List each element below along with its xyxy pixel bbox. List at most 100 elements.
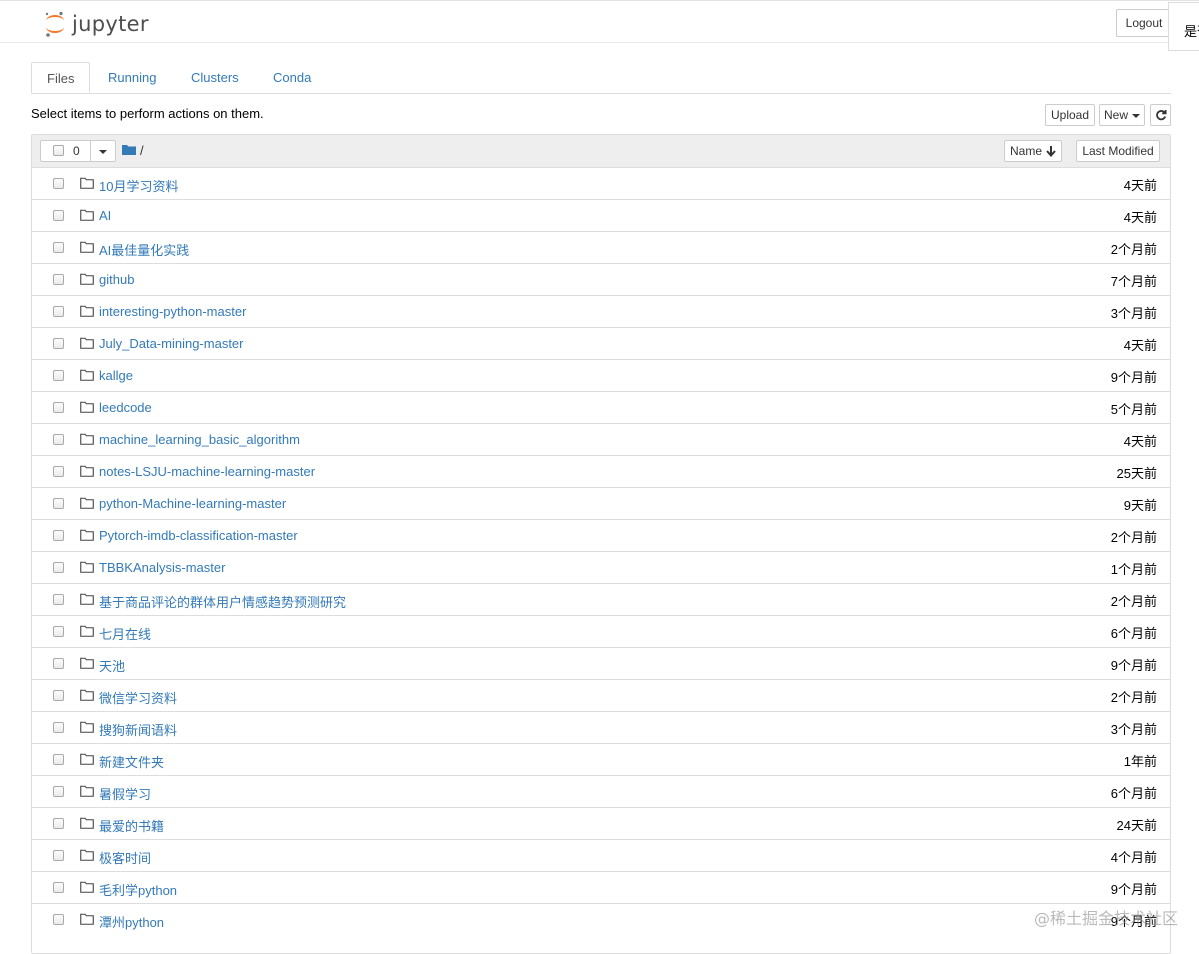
item-name-link[interactable]: AI [99, 208, 111, 223]
item-checkbox[interactable] [53, 498, 64, 509]
item-checkbox[interactable] [53, 242, 64, 253]
item-checkbox[interactable] [53, 306, 64, 317]
list-item[interactable]: 最爱的书籍 24天前 [32, 807, 1170, 839]
item-name-link[interactable]: 天池 [99, 656, 125, 675]
item-name-link[interactable]: 微信学习资料 [99, 688, 177, 707]
item-modified: 9个月前 [1110, 658, 1157, 673]
item-name-link[interactable]: 极客时间 [99, 848, 151, 867]
tab-conda[interactable]: Conda [258, 62, 326, 93]
list-item[interactable]: 暑假学习 6个月前 [32, 775, 1170, 807]
folder-icon [80, 881, 94, 893]
item-checkbox[interactable] [53, 914, 64, 925]
jupyter-logo[interactable]: jupyter [44, 9, 149, 39]
item-name-link[interactable]: 潭州python [99, 912, 164, 931]
item-name-link[interactable]: AI最佳量化实践 [99, 240, 189, 259]
item-checkbox[interactable] [53, 882, 64, 893]
list-item[interactable]: AI最佳量化实践 2个月前 [32, 231, 1170, 263]
item-name-link[interactable]: interesting-python-master [99, 304, 246, 319]
select-all-control[interactable]: 0 [40, 140, 116, 162]
list-item[interactable]: 潭州python 9个月前 [32, 903, 1170, 935]
item-checkbox[interactable] [53, 210, 64, 221]
item-checkbox[interactable] [53, 370, 64, 381]
item-name-link[interactable]: 七月在线 [99, 624, 151, 643]
list-item[interactable]: interesting-python-master 3个月前 [32, 295, 1170, 327]
list-item[interactable]: 毛利学python 9个月前 [32, 871, 1170, 903]
refresh-icon [1155, 110, 1166, 121]
item-checkbox[interactable] [53, 434, 64, 445]
top-header: jupyter Logout [0, 0, 1199, 43]
item-name-link[interactable]: 基于商品评论的群体用户情感趋势预测研究 [99, 592, 346, 611]
item-checkbox[interactable] [53, 178, 64, 189]
list-item[interactable]: 极客时间 4个月前 [32, 839, 1170, 871]
item-checkbox[interactable] [53, 722, 64, 733]
item-checkbox[interactable] [53, 786, 64, 797]
breadcrumb-root[interactable]: / [140, 143, 144, 158]
new-button[interactable]: New [1099, 104, 1145, 126]
item-checkbox[interactable] [53, 754, 64, 765]
item-checkbox[interactable] [53, 274, 64, 285]
item-name-link[interactable]: python-Machine-learning-master [99, 496, 286, 511]
item-name-link[interactable]: TBBKAnalysis-master [99, 560, 225, 575]
item-checkbox[interactable] [53, 466, 64, 477]
folder-icon[interactable] [122, 144, 136, 155]
item-name-link[interactable]: 最爱的书籍 [99, 816, 164, 835]
item-name-link[interactable]: 搜狗新闻语料 [99, 720, 177, 739]
item-name-link[interactable]: Pytorch-imdb-classification-master [99, 528, 298, 543]
item-checkbox[interactable] [53, 594, 64, 605]
item-name-link[interactable]: 暑假学习 [99, 784, 151, 803]
item-name-link[interactable]: machine_learning_basic_algorithm [99, 432, 300, 447]
item-checkbox[interactable] [53, 690, 64, 701]
list-item[interactable]: 新建文件夹 1年前 [32, 743, 1170, 775]
folder-icon [80, 305, 94, 317]
item-checkbox[interactable] [53, 818, 64, 829]
item-name-link[interactable]: github [99, 272, 134, 287]
item-checkbox[interactable] [53, 402, 64, 413]
item-checkbox[interactable] [53, 658, 64, 669]
list-item[interactable]: 微信学习资料 2个月前 [32, 679, 1170, 711]
list-item[interactable]: machine_learning_basic_algorithm 4天前 [32, 423, 1170, 455]
tab-clusters[interactable]: Clusters [176, 62, 254, 93]
logout-button[interactable]: Logout [1116, 9, 1172, 37]
item-checkbox[interactable] [53, 626, 64, 637]
item-checkbox[interactable] [53, 530, 64, 541]
list-item[interactable]: 10月学习资料 4天前 [32, 167, 1170, 199]
select-menu-button[interactable] [90, 140, 116, 162]
folder-icon [80, 753, 94, 765]
item-name-link[interactable]: 10月学习资料 [99, 176, 178, 195]
tab-running[interactable]: Running [93, 62, 171, 93]
list-item[interactable]: kallge 9个月前 [32, 359, 1170, 391]
popup-fragment: 是否 [1168, 2, 1199, 51]
new-button-label: New [1103, 108, 1128, 122]
file-list-header: 0 / Name Last Modified [32, 135, 1170, 168]
watermark: @稀土掘金技术社区 [1034, 909, 1179, 928]
list-item[interactable]: July_Data-mining-master 4天前 [32, 327, 1170, 359]
upload-button[interactable]: Upload [1045, 104, 1095, 126]
list-item[interactable]: leedcode 5个月前 [32, 391, 1170, 423]
folder-icon [80, 689, 94, 701]
list-item[interactable]: Pytorch-imdb-classification-master 2个月前 [32, 519, 1170, 551]
select-all-checkbox[interactable] [53, 145, 64, 156]
item-name-link[interactable]: kallge [99, 368, 133, 383]
sort-by-last-modified-button[interactable]: Last Modified [1076, 140, 1160, 162]
item-name-link[interactable]: 毛利学python [99, 880, 177, 899]
item-name-link[interactable]: July_Data-mining-master [99, 336, 244, 351]
list-item[interactable]: 基于商品评论的群体用户情感趋势预测研究 2个月前 [32, 583, 1170, 615]
sort-by-name-button[interactable]: Name [1004, 140, 1062, 162]
tab-files[interactable]: Files [31, 62, 90, 93]
list-item[interactable]: 天池 9个月前 [32, 647, 1170, 679]
list-item[interactable]: TBBKAnalysis-master 1个月前 [32, 551, 1170, 583]
folder-icon [80, 177, 94, 189]
list-item[interactable]: AI 4天前 [32, 199, 1170, 231]
list-item[interactable]: python-Machine-learning-master 9天前 [32, 487, 1170, 519]
list-item[interactable]: 搜狗新闻语料 3个月前 [32, 711, 1170, 743]
list-item[interactable]: notes-LSJU-machine-learning-master 25天前 [32, 455, 1170, 487]
item-checkbox[interactable] [53, 562, 64, 573]
item-checkbox[interactable] [53, 338, 64, 349]
item-name-link[interactable]: leedcode [99, 400, 152, 415]
item-name-link[interactable]: notes-LSJU-machine-learning-master [99, 464, 315, 479]
item-checkbox[interactable] [53, 850, 64, 861]
item-name-link[interactable]: 新建文件夹 [99, 752, 164, 771]
list-item[interactable]: github 7个月前 [32, 263, 1170, 295]
refresh-button[interactable] [1150, 104, 1171, 126]
list-item[interactable]: 七月在线 6个月前 [32, 615, 1170, 647]
